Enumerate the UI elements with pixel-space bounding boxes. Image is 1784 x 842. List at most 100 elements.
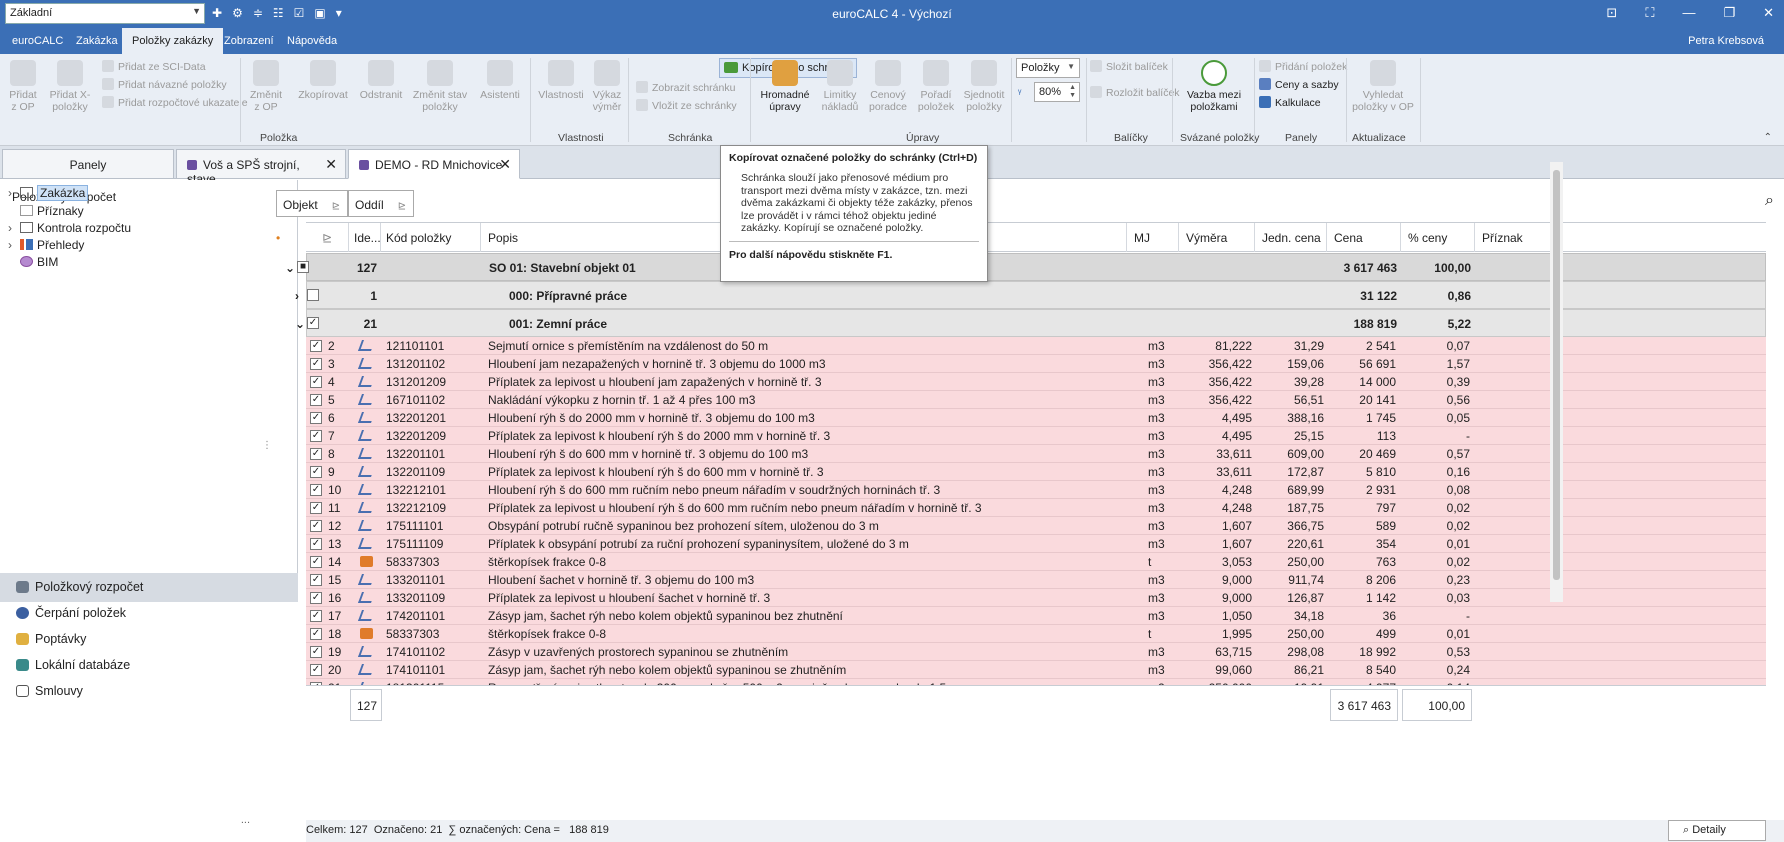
row-checkbox[interactable]: ✓	[310, 646, 322, 658]
sci-data-button[interactable]: Přidat ze SCI-Data	[102, 60, 206, 73]
items-select[interactable]: Položky ▼	[1016, 58, 1080, 78]
nav-polozkovy-rozpocet[interactable]: Položkový rozpočet	[0, 573, 298, 602]
col-cena[interactable]: Cena	[1334, 231, 1363, 245]
chevron-down-icon[interactable]: ⌄	[295, 317, 305, 331]
table-row[interactable]: ✓ 19 174101102 Zásyp v uzavřených prostorec…	[306, 643, 1766, 661]
scrollbar-thumb[interactable]	[1553, 170, 1560, 580]
zmenit-stav-button[interactable]: Změnit stav položky	[410, 60, 470, 113]
vyhledat-polozky-button[interactable]: Vyhledat položky v OP	[1350, 60, 1416, 113]
hromadne-upravy-button[interactable]: Hromadné úpravy	[756, 60, 814, 113]
table-row[interactable]: ✓ 12 175111101 Obsypání potrubí ručně sypan…	[306, 517, 1766, 535]
table-row[interactable]: ✓ 6 132201201 Hloubení rýh š do 2000 mm v h…	[306, 409, 1766, 427]
table-row[interactable]: ✓ 15 133201101 Hloubení šachet v hornině tř…	[306, 571, 1766, 589]
slozit-balicek-button[interactable]: Složit balíček	[1090, 60, 1168, 73]
group-chip-objekt[interactable]: Objekt ⊵	[276, 190, 348, 217]
poradi-polozek-button[interactable]: Pořadí položek	[914, 60, 958, 113]
table-row[interactable]: ✓ 5 167101102 Nakládání výkopku z hornin tř…	[306, 391, 1766, 409]
row-checkbox[interactable]: ✓	[310, 448, 322, 460]
vlastnosti-button[interactable]: Vlastnosti	[536, 60, 586, 101]
vykaz-vymer-button[interactable]: Výkaz výměr	[590, 60, 624, 113]
vazba-mezi-polozkami-button[interactable]: Vazba mezi položkami	[1180, 60, 1248, 113]
zkopirovat-button[interactable]: Zkopírovat	[296, 60, 350, 101]
table-row[interactable]: ✓ 14 58337303 štěrkopísek frakce 0-8 t 3,053 2…	[306, 553, 1766, 571]
tree-item-prehledy[interactable]: › Přehledy	[8, 238, 84, 252]
pin-icon[interactable]: ⊡	[1606, 5, 1617, 21]
tree-item-zakazka[interactable]: › Zakázka	[8, 185, 89, 201]
pridat-z-op-button[interactable]: Přidat z OP	[6, 60, 40, 113]
user-name[interactable]: Petra Krebsová	[1688, 35, 1764, 47]
nav-lokalni-databaze[interactable]: Lokální databáze	[0, 651, 298, 680]
menu-zakazka[interactable]: Zakázka	[76, 35, 118, 47]
nav-poptavky[interactable]: Poptávky	[0, 625, 298, 654]
row-checkbox[interactable]: ✓	[310, 556, 322, 568]
row-checkbox[interactable]: ✓	[310, 664, 322, 676]
table-row[interactable]: ✓ 17 174201101 Zásyp jam, šachet rýh nebo k…	[306, 607, 1766, 625]
collapse-ribbon-icon[interactable]: ⌃	[1764, 132, 1772, 143]
table-row[interactable]: ✓ 13 175111109 Příplatek k obsypání potrubí…	[306, 535, 1766, 553]
minimize-button[interactable]: —	[1682, 5, 1695, 21]
splitter-handle-icon[interactable]: ⋮	[262, 440, 272, 451]
row-checkbox[interactable]	[307, 289, 319, 301]
limitky-button[interactable]: Limitky nákladů	[818, 60, 862, 113]
col-priznak[interactable]: Příznak	[1482, 231, 1523, 245]
row-checkbox[interactable]: ✓	[310, 358, 322, 370]
close-icon[interactable]: ✕	[325, 156, 337, 173]
navazne-button[interactable]: Přidat návazné položky	[102, 78, 227, 91]
table-row[interactable]: ✓ 20 174101101 Zásyp jam, šachet rýh nebo k…	[306, 661, 1766, 679]
nav-smlouvy[interactable]: Smlouvy	[0, 677, 298, 706]
fullscreen-icon[interactable]: ⛶	[1645, 5, 1654, 21]
tree-item-bim[interactable]: BIM	[8, 255, 58, 269]
row-checkbox[interactable]: ✓	[310, 574, 322, 586]
row-checkbox[interactable]: ✓	[310, 394, 322, 406]
sort-icon[interactable]: ⊵	[322, 231, 332, 245]
col-ide[interactable]: Ide...	[354, 231, 381, 245]
group-chip-oddil[interactable]: Oddíl ⊵	[348, 190, 414, 217]
tab-vos-sps[interactable]: Voš a SPŠ strojní, stave... ✕	[176, 149, 346, 186]
restore-button[interactable]: ❐	[1723, 5, 1735, 21]
detail-button[interactable]: ⌕ Detaily	[1668, 820, 1766, 841]
group-row[interactable]: › 1 000: Přípravné práce 31 122 0,86	[295, 281, 1766, 309]
kalkulace-button[interactable]: Kalkulace	[1259, 96, 1321, 109]
table-row[interactable]: ✓ 8 132201101 Hloubení rýh š do 600 mm v ho…	[306, 445, 1766, 463]
group-row[interactable]: ⌄ ■ 127 SO 01: Stavební objekt 01 3 617 463 1…	[285, 253, 1766, 281]
col-popis[interactable]: Popis	[488, 231, 518, 245]
zobrazit-schranku-button[interactable]: Zobrazit schránku	[636, 81, 735, 94]
col-vymera[interactable]: Výměra	[1186, 231, 1227, 245]
col-jedn-cena[interactable]: Jedn. cena	[1262, 231, 1321, 245]
row-checkbox[interactable]: ✓	[310, 430, 322, 442]
col-pct[interactable]: % ceny	[1408, 231, 1447, 245]
tab-demo-rd[interactable]: DEMO - RD Mnichovice ... ✕	[348, 149, 520, 186]
chevron-down-icon[interactable]: ⌄	[285, 261, 295, 275]
col-mj[interactable]: MJ	[1134, 231, 1150, 245]
pridani-polozek-button[interactable]: Přidání položek	[1259, 60, 1347, 73]
more-button[interactable]: ...	[241, 814, 250, 826]
search-icon[interactable]: ⌕	[1765, 192, 1774, 210]
menu-zobrazeni[interactable]: Zobrazení	[224, 35, 274, 47]
group-row[interactable]: ⌄ ✓ 21 001: Zemní práce 188 819 5,22	[295, 309, 1766, 337]
zmenit-z-op-button[interactable]: Změnit z OP	[246, 60, 286, 113]
row-checkbox[interactable]: ✓	[310, 484, 322, 496]
rozpoctove-button[interactable]: Přidat rozpočtové ukazatele	[102, 96, 248, 109]
table-row[interactable]: ✓ 2 121101101 Sejmutí ornice s přemístěním …	[306, 337, 1766, 355]
tree-item-kontrola[interactable]: › Kontrola rozpočtu	[8, 221, 131, 235]
menu-eurocalc[interactable]: euroCALC	[12, 35, 63, 47]
row-checkbox[interactable]: ■	[297, 261, 309, 273]
row-checkbox[interactable]: ✓	[310, 538, 322, 550]
col-kod[interactable]: Kód položky	[386, 231, 451, 245]
row-checkbox[interactable]: ✓	[310, 466, 322, 478]
table-row[interactable]: ✓ 11 132212109 Příplatek za lepivost u hlou…	[306, 499, 1766, 517]
nav-cerpani[interactable]: Čerpání položek	[0, 599, 298, 628]
row-checkbox[interactable]: ✓	[310, 502, 322, 514]
tab-panely[interactable]: Panely	[2, 149, 174, 179]
asistenti-button[interactable]: Asistenti	[480, 60, 520, 101]
table-row[interactable]: ✓ 3 131201102 Hloubení jam nezapažených v h…	[306, 355, 1766, 373]
pridat-x-polozky-button[interactable]: Přidat X-položky	[46, 60, 94, 113]
table-row[interactable]: ✓ 10 132212101 Hloubení rýh š do 600 mm ruč…	[306, 481, 1766, 499]
odstranit-button[interactable]: Odstranit	[356, 60, 406, 101]
tree-item-priznaky[interactable]: Příznaky	[8, 204, 84, 218]
zoom-stepper[interactable]: 80% ▲ ▼	[1034, 82, 1080, 102]
sjednotit-polozky-button[interactable]: Sjednotit položky	[962, 60, 1006, 113]
chevron-right-icon[interactable]: ›	[8, 221, 20, 235]
table-row[interactable]: ✓ 7 132201209 Příplatek za lepivost k hloub…	[306, 427, 1766, 445]
cenovy-poradce-button[interactable]: Cenový poradce	[866, 60, 910, 113]
